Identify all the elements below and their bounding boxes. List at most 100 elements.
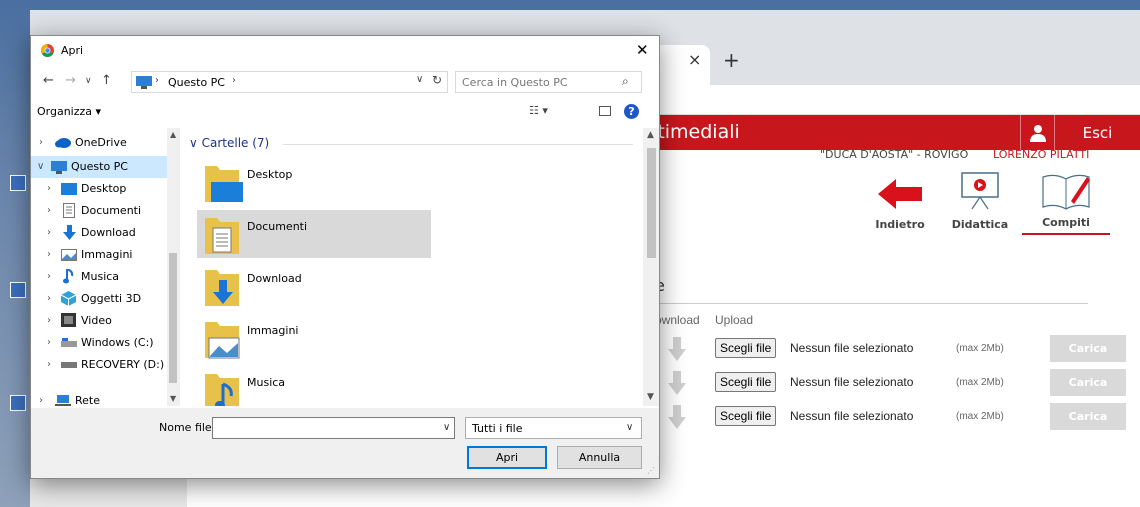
- file-type-select[interactable]: Tutti i file ∨: [465, 417, 642, 439]
- chevron-right-icon[interactable]: ›: [47, 227, 51, 238]
- help-icon[interactable]: ?: [624, 104, 639, 119]
- filename-field[interactable]: [212, 417, 455, 439]
- choose-file-button[interactable]: Scegli file: [715, 372, 777, 392]
- chevron-right-icon[interactable]: ›: [47, 315, 51, 326]
- scroll-down-icon[interactable]: ▼: [170, 394, 176, 403]
- chevron-down-icon[interactable]: ∨: [626, 422, 633, 433]
- tree-item-documenti[interactable]: › Documenti: [31, 200, 167, 222]
- folder-item-musica[interactable]: Musica: [197, 366, 431, 406]
- close-icon[interactable]: ✕: [636, 41, 649, 59]
- download-arrow-icon[interactable]: [668, 337, 686, 361]
- back-arrow-icon[interactable]: ←: [43, 73, 54, 88]
- scrollbar-thumb[interactable]: [169, 253, 177, 383]
- view-options-icon[interactable]: ☷ ▾: [529, 104, 548, 117]
- chevron-down-icon[interactable]: ∨: [37, 161, 44, 172]
- chevron-down-icon[interactable]: ∨: [416, 74, 423, 85]
- scroll-up-icon[interactable]: ▲: [170, 130, 176, 139]
- tasks-button[interactable]: Compiti: [1022, 165, 1110, 235]
- refresh-icon[interactable]: ↻: [432, 73, 442, 87]
- search-input[interactable]: [456, 72, 616, 92]
- dialog-title-bar[interactable]: Apri ✕: [31, 36, 659, 66]
- open-button[interactable]: Apri: [467, 446, 547, 469]
- chevron-down-icon[interactable]: ∨: [443, 422, 450, 433]
- video-icon: [61, 313, 76, 327]
- desktop-shortcut-icon[interactable]: [10, 395, 26, 411]
- forward-arrow-icon[interactable]: →: [65, 73, 76, 88]
- folder-item-documenti[interactable]: Documenti: [197, 210, 431, 258]
- nav-scrollbar[interactable]: ▲ ▼: [167, 128, 179, 406]
- chevron-right-icon[interactable]: ›: [47, 205, 51, 216]
- tree-item-label: Windows (C:): [81, 336, 154, 349]
- max-size-note: (max 2Mb): [956, 343, 1004, 354]
- tree-item-questo-pc[interactable]: ∨ Questo PC: [31, 156, 167, 178]
- tree-item-onedrive[interactable]: › OneDrive: [31, 132, 167, 154]
- breadcrumb-questo-pc[interactable]: Questo PC: [168, 76, 225, 89]
- choose-file-button[interactable]: Scegli file: [715, 406, 777, 426]
- upload-row: Scegli file Nessun file selezionato (max…: [650, 367, 1130, 397]
- preview-pane-icon[interactable]: [599, 106, 611, 116]
- scroll-up-icon[interactable]: ▲: [647, 130, 654, 140]
- chevron-right-icon[interactable]: ›: [39, 395, 43, 406]
- upload-button[interactable]: Carica: [1050, 335, 1126, 362]
- didactic-button[interactable]: Didattica: [945, 165, 1015, 235]
- tree-item-video[interactable]: › Video: [31, 310, 167, 332]
- desktop-shortcut-icon[interactable]: [10, 282, 26, 298]
- recent-chevron-icon[interactable]: ∨: [85, 76, 92, 86]
- max-size-note: (max 2Mb): [956, 377, 1004, 388]
- breadcrumb-separator[interactable]: ›: [155, 75, 159, 86]
- download-arrow-icon[interactable]: [668, 371, 686, 395]
- folder-item-download[interactable]: Download: [197, 262, 431, 310]
- chevron-right-icon[interactable]: ›: [47, 183, 51, 194]
- cancel-button[interactable]: Annulla: [557, 446, 642, 469]
- tree-item-oggetti-3d[interactable]: › Oggetti 3D: [31, 288, 167, 310]
- up-arrow-icon[interactable]: ↑: [101, 73, 112, 88]
- desktop-icon: [61, 183, 77, 195]
- chevron-right-icon[interactable]: ›: [47, 293, 51, 304]
- file-type-value: Tutti i file: [472, 422, 523, 435]
- tab-close-icon[interactable]: ×: [688, 50, 701, 69]
- upload-button[interactable]: Carica: [1050, 403, 1126, 430]
- upload-button[interactable]: Carica: [1050, 369, 1126, 396]
- tree-item-musica[interactable]: › Musica: [31, 266, 167, 288]
- chevron-right-icon[interactable]: ›: [47, 337, 51, 348]
- search-icon[interactable]: ⌕: [622, 74, 629, 89]
- user-name[interactable]: LORENZO PILATTI: [993, 148, 1089, 161]
- cube-icon: [61, 291, 76, 306]
- scrollbar-thumb[interactable]: [647, 148, 656, 258]
- tree-item-download[interactable]: › Download: [31, 222, 167, 244]
- chevron-right-icon[interactable]: ›: [47, 249, 51, 260]
- download-arrow-icon[interactable]: [668, 405, 686, 429]
- address-bar[interactable]: › Questo PC › ∨ ↻: [131, 71, 448, 93]
- breadcrumb-separator[interactable]: ›: [232, 75, 236, 86]
- folders-group-header[interactable]: ∨ Cartelle (7): [189, 136, 269, 150]
- organize-button[interactable]: Organizza ▾: [37, 105, 101, 118]
- cloud-icon: [55, 138, 71, 148]
- open-file-dialog: Apri ✕ ← → ∨ ↑ › Questo PC › ∨ ↻ ⌕ Organ…: [30, 35, 660, 479]
- scroll-down-icon[interactable]: ▼: [647, 392, 654, 402]
- folder-item-desktop[interactable]: Desktop: [197, 158, 431, 206]
- tree-item-immagini[interactable]: › Immagini: [31, 244, 167, 266]
- chevron-right-icon[interactable]: ›: [47, 271, 51, 282]
- tree-item-windows-c[interactable]: › Windows (C:): [31, 332, 167, 354]
- resize-grip-icon[interactable]: ⋰: [647, 466, 655, 475]
- folder-item-immagini[interactable]: Immagini: [197, 314, 431, 362]
- new-tab-icon[interactable]: +: [723, 48, 740, 72]
- chevron-right-icon[interactable]: ›: [39, 137, 43, 148]
- logout-button[interactable]: Esci: [1054, 115, 1140, 151]
- file-list-scrollbar[interactable]: ▲ ▼: [643, 128, 659, 406]
- notebook-pen-icon: [1042, 174, 1090, 210]
- tree-item-rete[interactable]: › Rete: [31, 390, 167, 406]
- chrome-icon: [41, 44, 54, 57]
- tree-item-recovery-d[interactable]: › RECOVERY (D:): [31, 354, 167, 376]
- back-button[interactable]: Indietro: [865, 165, 935, 235]
- tree-item-desktop[interactable]: › Desktop: [31, 178, 167, 200]
- desktop-shortcut-icon[interactable]: [10, 175, 26, 191]
- search-box[interactable]: ⌕: [455, 71, 642, 93]
- file-list-pane: ∨ Cartelle (7) Desktop Documenti Downloa…: [183, 128, 659, 406]
- folder-label: Download: [247, 272, 302, 285]
- chevron-right-icon[interactable]: ›: [47, 359, 51, 370]
- tree-item-label: RECOVERY (D:): [81, 358, 165, 371]
- tree-item-label: Musica: [81, 270, 120, 283]
- user-button[interactable]: [1020, 115, 1054, 151]
- choose-file-button[interactable]: Scegli file: [715, 338, 777, 358]
